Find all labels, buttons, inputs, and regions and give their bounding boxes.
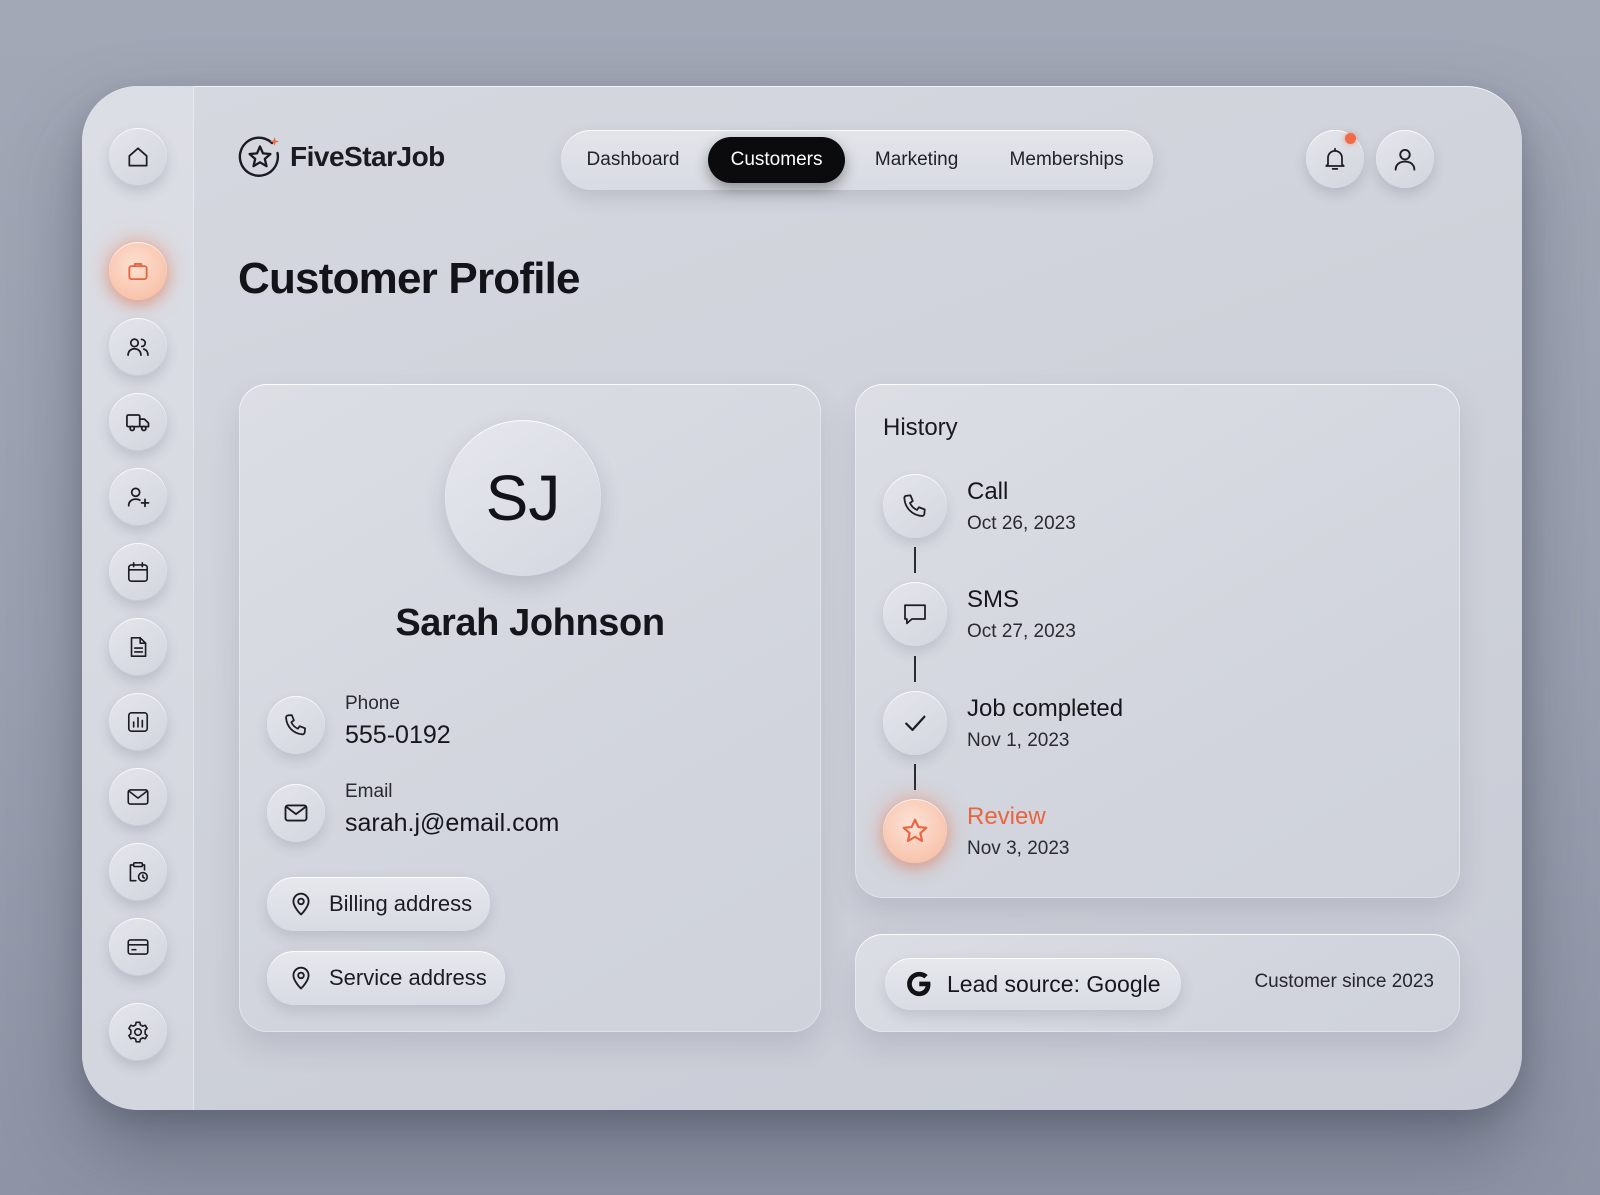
history-item-date: Nov 3, 2023 <box>967 838 1070 859</box>
history-item-call-icon-circle[interactable] <box>883 474 947 538</box>
truck-icon <box>126 414 150 432</box>
timeline-connector <box>914 656 916 682</box>
sidebar <box>82 86 194 1110</box>
bar-chart-icon <box>127 711 149 733</box>
history-item-sms-icon-circle[interactable] <box>883 582 947 646</box>
phone-icon <box>903 494 926 517</box>
tab-memberships[interactable]: Memberships <box>986 137 1147 183</box>
calendar-icon <box>127 561 149 583</box>
users-icon <box>127 338 149 357</box>
map-pin-icon <box>292 892 310 916</box>
map-pin-icon <box>292 966 310 990</box>
history-item-review-icon-circle[interactable] <box>883 799 947 863</box>
tab-customers[interactable]: Customers <box>708 137 846 183</box>
clipboard-clock-icon <box>129 861 149 883</box>
service-address-button[interactable]: Service address <box>267 951 505 1005</box>
sidebar-item-messages[interactable] <box>109 768 167 826</box>
mail-icon <box>127 789 149 805</box>
lead-source-card: Lead source: Google Customer since 2023 <box>855 934 1460 1032</box>
sidebar-item-timesheets[interactable] <box>109 843 167 901</box>
history-item-date: Oct 27, 2023 <box>967 621 1076 642</box>
customer-since: Customer since 2023 <box>1254 971 1434 992</box>
history-item-title: Review <box>967 803 1046 830</box>
history-item-date: Nov 1, 2023 <box>967 730 1070 751</box>
history-item-job-icon-circle[interactable] <box>883 691 947 755</box>
check-icon <box>905 715 926 731</box>
credit-card-icon <box>127 939 149 955</box>
message-icon <box>904 604 926 625</box>
home-icon <box>128 147 148 167</box>
history-item-title: Call <box>967 478 1009 505</box>
email-icon-circle[interactable] <box>267 784 325 842</box>
sidebar-item-reports[interactable] <box>109 693 167 751</box>
star-badge-logo-icon <box>238 136 280 177</box>
customer-profile-card: SJ Sarah Johnson Phone 555-0192 Email sa… <box>239 384 821 1032</box>
phone-icon <box>285 714 306 736</box>
email-value[interactable]: sarah.j@email.com <box>345 809 559 838</box>
timeline-connector <box>914 764 916 790</box>
billing-address-label: Billing address <box>329 891 473 916</box>
timeline-connector <box>914 547 916 573</box>
notifications-button[interactable] <box>1306 130 1364 188</box>
briefcase-icon <box>128 263 148 281</box>
main-nav: Dashboard Customers Marketing Membership… <box>561 130 1153 190</box>
tab-dashboard[interactable]: Dashboard <box>567 137 699 183</box>
sidebar-item-settings[interactable] <box>109 1003 167 1061</box>
sidebar-item-home[interactable] <box>109 128 167 186</box>
history-card: History Call Oct 26, 2023 SMS Oct 27, 20… <box>855 384 1460 898</box>
user-plus-icon <box>127 487 150 508</box>
service-address-label: Service address <box>329 965 487 990</box>
app-window: FiveStarJob Dashboard Customers Marketin… <box>82 86 1522 1110</box>
document-icon <box>130 636 147 658</box>
avatar: SJ <box>445 420 601 576</box>
google-icon <box>907 971 931 997</box>
star-icon <box>902 818 928 843</box>
lead-source-label: Lead source: Google <box>947 970 1161 997</box>
sidebar-item-customers[interactable] <box>109 318 167 376</box>
lead-source-badge[interactable]: Lead source: Google <box>885 958 1181 1010</box>
history-item-title: SMS <box>967 586 1020 613</box>
profile-button[interactable] <box>1376 130 1434 188</box>
mail-icon <box>284 804 308 822</box>
sidebar-item-jobs[interactable] <box>109 242 167 300</box>
phone-value[interactable]: 555-0192 <box>345 721 451 750</box>
customer-name: Sarah Johnson <box>395 602 665 644</box>
notification-badge <box>1345 133 1356 144</box>
tab-marketing[interactable]: Marketing <box>847 137 986 183</box>
history-item-title: Job completed <box>967 695 1124 722</box>
app-name: FiveStarJob <box>290 141 445 172</box>
phone-label: Phone <box>345 693 400 714</box>
phone-icon-circle[interactable] <box>267 696 325 754</box>
app-logo[interactable]: FiveStarJob <box>238 136 445 178</box>
sidebar-item-dispatch[interactable] <box>109 393 167 451</box>
page-title: Customer Profile <box>238 254 581 303</box>
email-label: Email <box>345 781 393 802</box>
sidebar-item-payments[interactable] <box>109 918 167 976</box>
sidebar-item-documents[interactable] <box>109 618 167 676</box>
sidebar-item-calendar[interactable] <box>109 543 167 601</box>
history-item-date: Oct 26, 2023 <box>967 513 1076 534</box>
user-icon <box>1394 148 1416 171</box>
sidebar-item-add-customer[interactable] <box>109 468 167 526</box>
bell-icon <box>1325 147 1345 170</box>
history-title: History <box>883 414 958 441</box>
billing-address-button[interactable]: Billing address <box>267 877 491 931</box>
settings-icon <box>128 1021 148 1043</box>
